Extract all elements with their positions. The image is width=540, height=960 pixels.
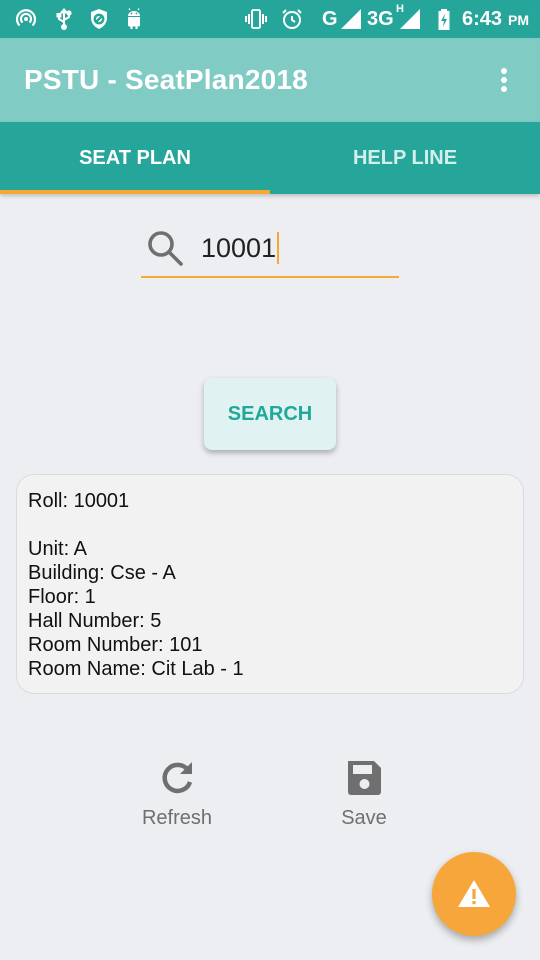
network-type-text: G (322, 8, 338, 30)
result-hall-number: Hall Number: 5 (28, 610, 162, 632)
alarm-icon (282, 9, 302, 29)
refresh-button[interactable]: Refresh (122, 758, 232, 830)
result-unit: Unit: A (28, 538, 87, 560)
hotspot-icon (15, 9, 37, 27)
result-room-number: Room Number: 101 (28, 634, 203, 656)
tab-seat-plan[interactable]: SEAT PLAN (0, 122, 270, 194)
result-card: Roll: 10001 Unit: A Building: Cse - A Fl… (16, 474, 524, 694)
warning-icon (458, 880, 490, 907)
vibrate-icon (245, 9, 267, 29)
search-field[interactable]: 10001 (141, 222, 399, 278)
status-bar: G 3G H 6:43 PM (0, 0, 540, 38)
clock-time: 6:43 (462, 8, 503, 30)
refresh-icon (162, 762, 193, 794)
blocked-icon (91, 9, 107, 29)
tab-indicator (0, 190, 270, 194)
search-button[interactable]: SEARCH (204, 378, 336, 450)
tab-bar: SEAT PLAN HELP LINE (0, 122, 540, 194)
result-floor: Floor: 1 (28, 586, 96, 608)
tab-help-line[interactable]: HELP LINE (270, 122, 540, 194)
result-spacer (28, 513, 512, 537)
search-input-value: 10001 (201, 233, 277, 263)
refresh-label: Refresh (141, 807, 213, 829)
result-roll: Roll: 10001 (28, 490, 130, 512)
search-icon (148, 231, 183, 266)
help-fab-button[interactable] (432, 852, 516, 936)
signal-icon (341, 9, 361, 29)
result-room-name: Room Name: Cit Lab - 1 (28, 658, 244, 680)
android-icon (128, 8, 140, 29)
clock-suffix: PM (508, 12, 529, 28)
text-cursor (277, 232, 280, 264)
network-type-3g-text: 3G (367, 8, 394, 30)
save-icon (348, 761, 381, 795)
save-label: Save (341, 807, 387, 829)
signal-3g-icon (400, 9, 420, 29)
battery-charging-icon (438, 9, 450, 30)
result-building: Building: Cse - A (28, 562, 176, 584)
search-input[interactable]: 10001 (201, 232, 280, 264)
save-button[interactable]: Save (309, 758, 419, 830)
usb-icon (56, 7, 72, 30)
overflow-menu-icon[interactable] (492, 64, 516, 96)
app-title: PSTU - SeatPlan2018 (24, 64, 308, 95)
app-bar: PSTU - SeatPlan2018 (0, 38, 540, 122)
